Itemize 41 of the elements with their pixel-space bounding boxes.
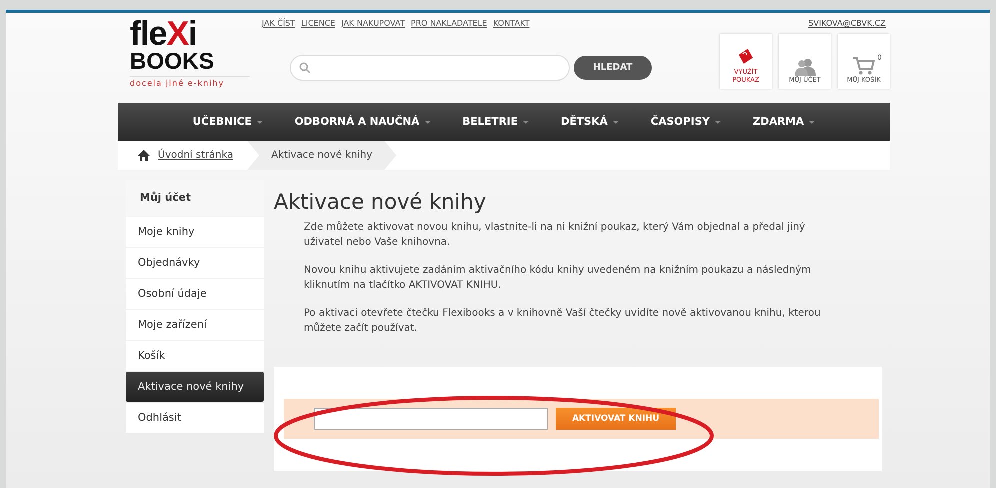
logo-tagline: docela jiné e-knihy — [130, 76, 250, 88]
nav-item[interactable]: BELETRIE — [462, 116, 529, 128]
nav-item[interactable]: DĚTSKÁ — [561, 116, 619, 128]
users-icon — [794, 58, 816, 76]
sidebar-item[interactable]: Moje zařízení — [126, 310, 264, 340]
logo-text[interactable]: BOOKS — [130, 49, 250, 73]
caret-icon — [612, 120, 619, 124]
sidebar-item[interactable]: Objednávky — [126, 248, 264, 278]
search-field[interactable] — [290, 55, 570, 81]
page-heading: Aktivace nové knihy — [274, 190, 488, 214]
cart-icon — [852, 56, 876, 76]
sidebar-item[interactable]: Odhlásit — [126, 403, 264, 433]
nav-item[interactable]: ODBORNÁ A NAUČNÁ — [294, 116, 431, 128]
search-icon — [299, 62, 311, 74]
paragraph: Zde můžete aktivovat novou knihu, vlastnite-li na ni knižní poukaz, který Vám objednal a předal jiný uživatel nebo Vaše knihovna. — [304, 220, 806, 250]
caret-icon — [523, 120, 529, 124]
top-link[interactable]: JAK ČÍST — [262, 19, 296, 28]
sidebar-item[interactable]: Košík — [126, 341, 264, 371]
nav-item[interactable]: ČASOPISY — [650, 116, 721, 128]
sidebar-item[interactable]: Osobní údaje — [126, 279, 264, 309]
caret-icon — [256, 120, 263, 124]
user-email-link[interactable]: SVIKOVA@CBVK.CZ — [808, 19, 886, 28]
breadcrumb-link[interactable]: Úvodní stránka — [118, 141, 248, 170]
nav-item[interactable]: UČEBNICE — [192, 116, 263, 128]
caret-icon — [809, 120, 816, 124]
sidebar-item[interactable]: Moje knihy — [126, 217, 264, 247]
top-link[interactable]: KONTAKT — [493, 19, 530, 28]
home-icon — [138, 150, 150, 161]
logo-wordmark[interactable]: fleXi — [130, 19, 250, 49]
top-link[interactable]: LICENCE — [301, 19, 336, 28]
sidebar-item[interactable]: Aktivace nové knihy — [126, 372, 264, 402]
paragraph: Novou knihu aktivujete zadáním aktivačního kódu knihy uvedeném na knižním poukazu a následným kliknutím na tlačítko AKTIVOVAT KNIHU. — [304, 264, 812, 293]
code-input-field[interactable] — [314, 408, 548, 430]
paragraph: Po aktivaci otevřete čtečku Flexibooks a v knihovně Vaší čtečky uvidíte nově aktivovanou knihu, kterou můžete začít používat. — [304, 307, 822, 336]
breadcrumb-current: Aktivace nové knihy — [247, 141, 397, 170]
top-link[interactable]: PRO NAKLADATELE — [411, 19, 488, 28]
nav-item[interactable]: ZDARMA — [752, 116, 816, 128]
caret-icon — [424, 120, 431, 124]
caret-icon — [714, 120, 721, 124]
search-button[interactable]: HLEDAT — [574, 56, 652, 80]
top-link[interactable]: JAK NAKUPOVAT — [341, 19, 405, 28]
